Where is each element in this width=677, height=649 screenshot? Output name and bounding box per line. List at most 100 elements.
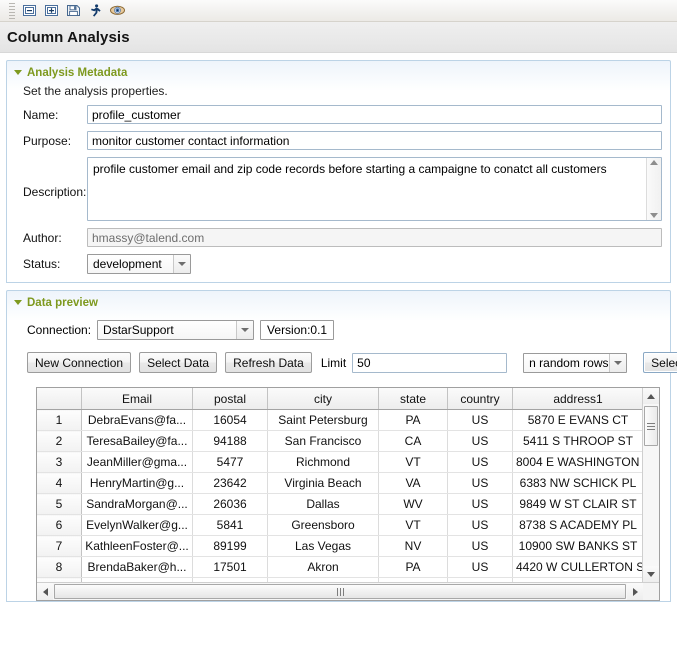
cell-city[interactable]: Saint Petersburg <box>268 410 379 431</box>
scroll-left-button[interactable] <box>37 583 53 600</box>
cell-city[interactable]: Las Vegas <box>268 536 379 557</box>
cell-country[interactable]: US <box>448 473 513 494</box>
preview-icon[interactable] <box>107 1 128 20</box>
expand-all-icon[interactable] <box>41 1 62 20</box>
table-horizontal-scrollbar[interactable] <box>37 582 659 600</box>
data-preview-header[interactable]: Data preview <box>7 291 670 311</box>
cell-city[interactable]: Virginia Beach <box>268 578 379 583</box>
connection-dropdown-button[interactable] <box>236 321 253 339</box>
column-header-postal[interactable]: postal <box>193 388 268 410</box>
cell-country[interactable]: US <box>448 452 513 473</box>
rows-mode-dropdown-button[interactable] <box>609 354 626 372</box>
cell-postal[interactable]: 23642 <box>193 473 268 494</box>
description-scrollbar[interactable] <box>646 158 661 220</box>
cell-address1[interactable]: 9849 W ST CLAIR ST <box>513 494 643 515</box>
cell-postal[interactable]: 5841 <box>193 515 268 536</box>
column-header-city[interactable]: city <box>268 388 379 410</box>
scroll-down-button[interactable] <box>643 566 659 582</box>
cell-address1[interactable]: 5411 S THROOP ST <box>513 431 643 452</box>
cell-postal[interactable]: 17501 <box>193 557 268 578</box>
column-header-email[interactable]: Email <box>82 388 193 410</box>
toolbar-drag-grip[interactable] <box>9 3 15 19</box>
cell-city[interactable]: San Francisco <box>268 431 379 452</box>
vertical-scroll-track[interactable] <box>643 404 659 566</box>
cell-state[interactable]: NV <box>379 536 448 557</box>
cell-address1[interactable]: 8738 S ACADEMY PL <box>513 515 643 536</box>
cell-country[interactable]: US <box>448 557 513 578</box>
cell-city[interactable]: Richmond <box>268 452 379 473</box>
limit-input[interactable] <box>352 353 507 373</box>
scroll-up-button[interactable] <box>643 388 659 404</box>
select-indicators-button[interactable]: Select Indicators <box>643 352 677 373</box>
cell-email[interactable]: ShirleyBrown@fr... <box>82 578 193 583</box>
column-header-country[interactable]: country <box>448 388 513 410</box>
vertical-scroll-thumb[interactable] <box>644 406 658 446</box>
table-row: 6 EvelynWalker@g... 5841 Greensboro VT U… <box>37 515 642 536</box>
cell-city[interactable]: Akron <box>268 557 379 578</box>
rows-mode-dropdown[interactable]: n random rows <box>523 353 627 373</box>
chevron-down-icon[interactable] <box>14 70 22 75</box>
cell-state[interactable]: VT <box>379 515 448 536</box>
table-vertical-scrollbar[interactable] <box>642 388 659 582</box>
analysis-metadata-subtitle: Set the analysis properties. <box>7 81 670 98</box>
cell-email[interactable]: EvelynWalker@g... <box>82 515 193 536</box>
refresh-data-button[interactable]: Refresh Data <box>225 352 312 373</box>
cell-state[interactable]: VA <box>379 578 448 583</box>
cell-postal[interactable]: 89199 <box>193 536 268 557</box>
cell-email[interactable]: BrendaBaker@h... <box>82 557 193 578</box>
run-icon[interactable] <box>85 1 106 20</box>
cell-state[interactable]: PA <box>379 557 448 578</box>
cell-postal[interactable]: 23642 <box>193 578 268 583</box>
select-data-button[interactable]: Select Data <box>139 352 217 373</box>
cell-city[interactable]: Dallas <box>268 494 379 515</box>
cell-postal[interactable]: 94188 <box>193 431 268 452</box>
cell-state[interactable]: WV <box>379 494 448 515</box>
column-header-state[interactable]: state <box>379 388 448 410</box>
save-icon[interactable] <box>63 1 84 20</box>
scroll-down-icon[interactable] <box>650 213 658 218</box>
cell-city[interactable]: Greensboro <box>268 515 379 536</box>
cell-address1[interactable]: 10900 SW BANKS ST <box>513 536 643 557</box>
purpose-input[interactable] <box>87 131 662 150</box>
cell-email[interactable]: JeanMiller@gma... <box>82 452 193 473</box>
cell-country[interactable]: US <box>448 494 513 515</box>
cell-address1[interactable]: 8004 E WASHINGTON S <box>513 452 643 473</box>
cell-city[interactable]: Virginia Beach <box>268 473 379 494</box>
analysis-metadata-header[interactable]: Analysis Metadata <box>7 61 670 81</box>
description-textarea[interactable] <box>88 158 646 220</box>
status-dropdown-button[interactable] <box>173 255 190 273</box>
cell-address1[interactable]: 4420 W CULLERTON ST <box>513 557 643 578</box>
horizontal-scroll-track[interactable] <box>53 583 627 600</box>
cell-state[interactable]: VA <box>379 473 448 494</box>
cell-email[interactable]: KathleenFoster@... <box>82 536 193 557</box>
cell-state[interactable]: VT <box>379 452 448 473</box>
horizontal-scroll-thumb[interactable] <box>54 584 626 599</box>
cell-email[interactable]: TeresaBailey@fa... <box>82 431 193 452</box>
cell-postal[interactable]: 26036 <box>193 494 268 515</box>
name-input[interactable] <box>87 105 662 124</box>
cell-email[interactable]: SandraMorgan@... <box>82 494 193 515</box>
cell-state[interactable]: PA <box>379 410 448 431</box>
column-header-rownum[interactable] <box>37 388 82 410</box>
cell-country[interactable]: US <box>448 410 513 431</box>
cell-country[interactable]: US <box>448 515 513 536</box>
cell-email[interactable]: DebraEvans@fa... <box>82 410 193 431</box>
cell-postal[interactable]: 5477 <box>193 452 268 473</box>
collapse-all-icon[interactable] <box>19 1 40 20</box>
cell-country[interactable]: US <box>448 578 513 583</box>
cell-postal[interactable]: 16054 <box>193 410 268 431</box>
scroll-right-button[interactable] <box>627 583 643 600</box>
chevron-down-icon[interactable] <box>14 300 22 305</box>
cell-address1[interactable]: 5870 E EVANS CT <box>513 410 643 431</box>
cell-state[interactable]: CA <box>379 431 448 452</box>
status-dropdown[interactable]: development <box>87 254 191 274</box>
cell-country[interactable]: US <box>448 431 513 452</box>
cell-address1[interactable]: 5282 NW WILSON AV <box>513 578 643 583</box>
cell-address1[interactable]: 6383 NW SCHICK PL <box>513 473 643 494</box>
cell-email[interactable]: HenryMartin@g... <box>82 473 193 494</box>
column-header-address1[interactable]: address1 <box>513 388 643 410</box>
scroll-up-icon[interactable] <box>650 160 658 165</box>
connection-dropdown[interactable]: DstarSupport <box>97 320 254 340</box>
new-connection-button[interactable]: New Connection <box>27 352 131 373</box>
cell-country[interactable]: US <box>448 536 513 557</box>
